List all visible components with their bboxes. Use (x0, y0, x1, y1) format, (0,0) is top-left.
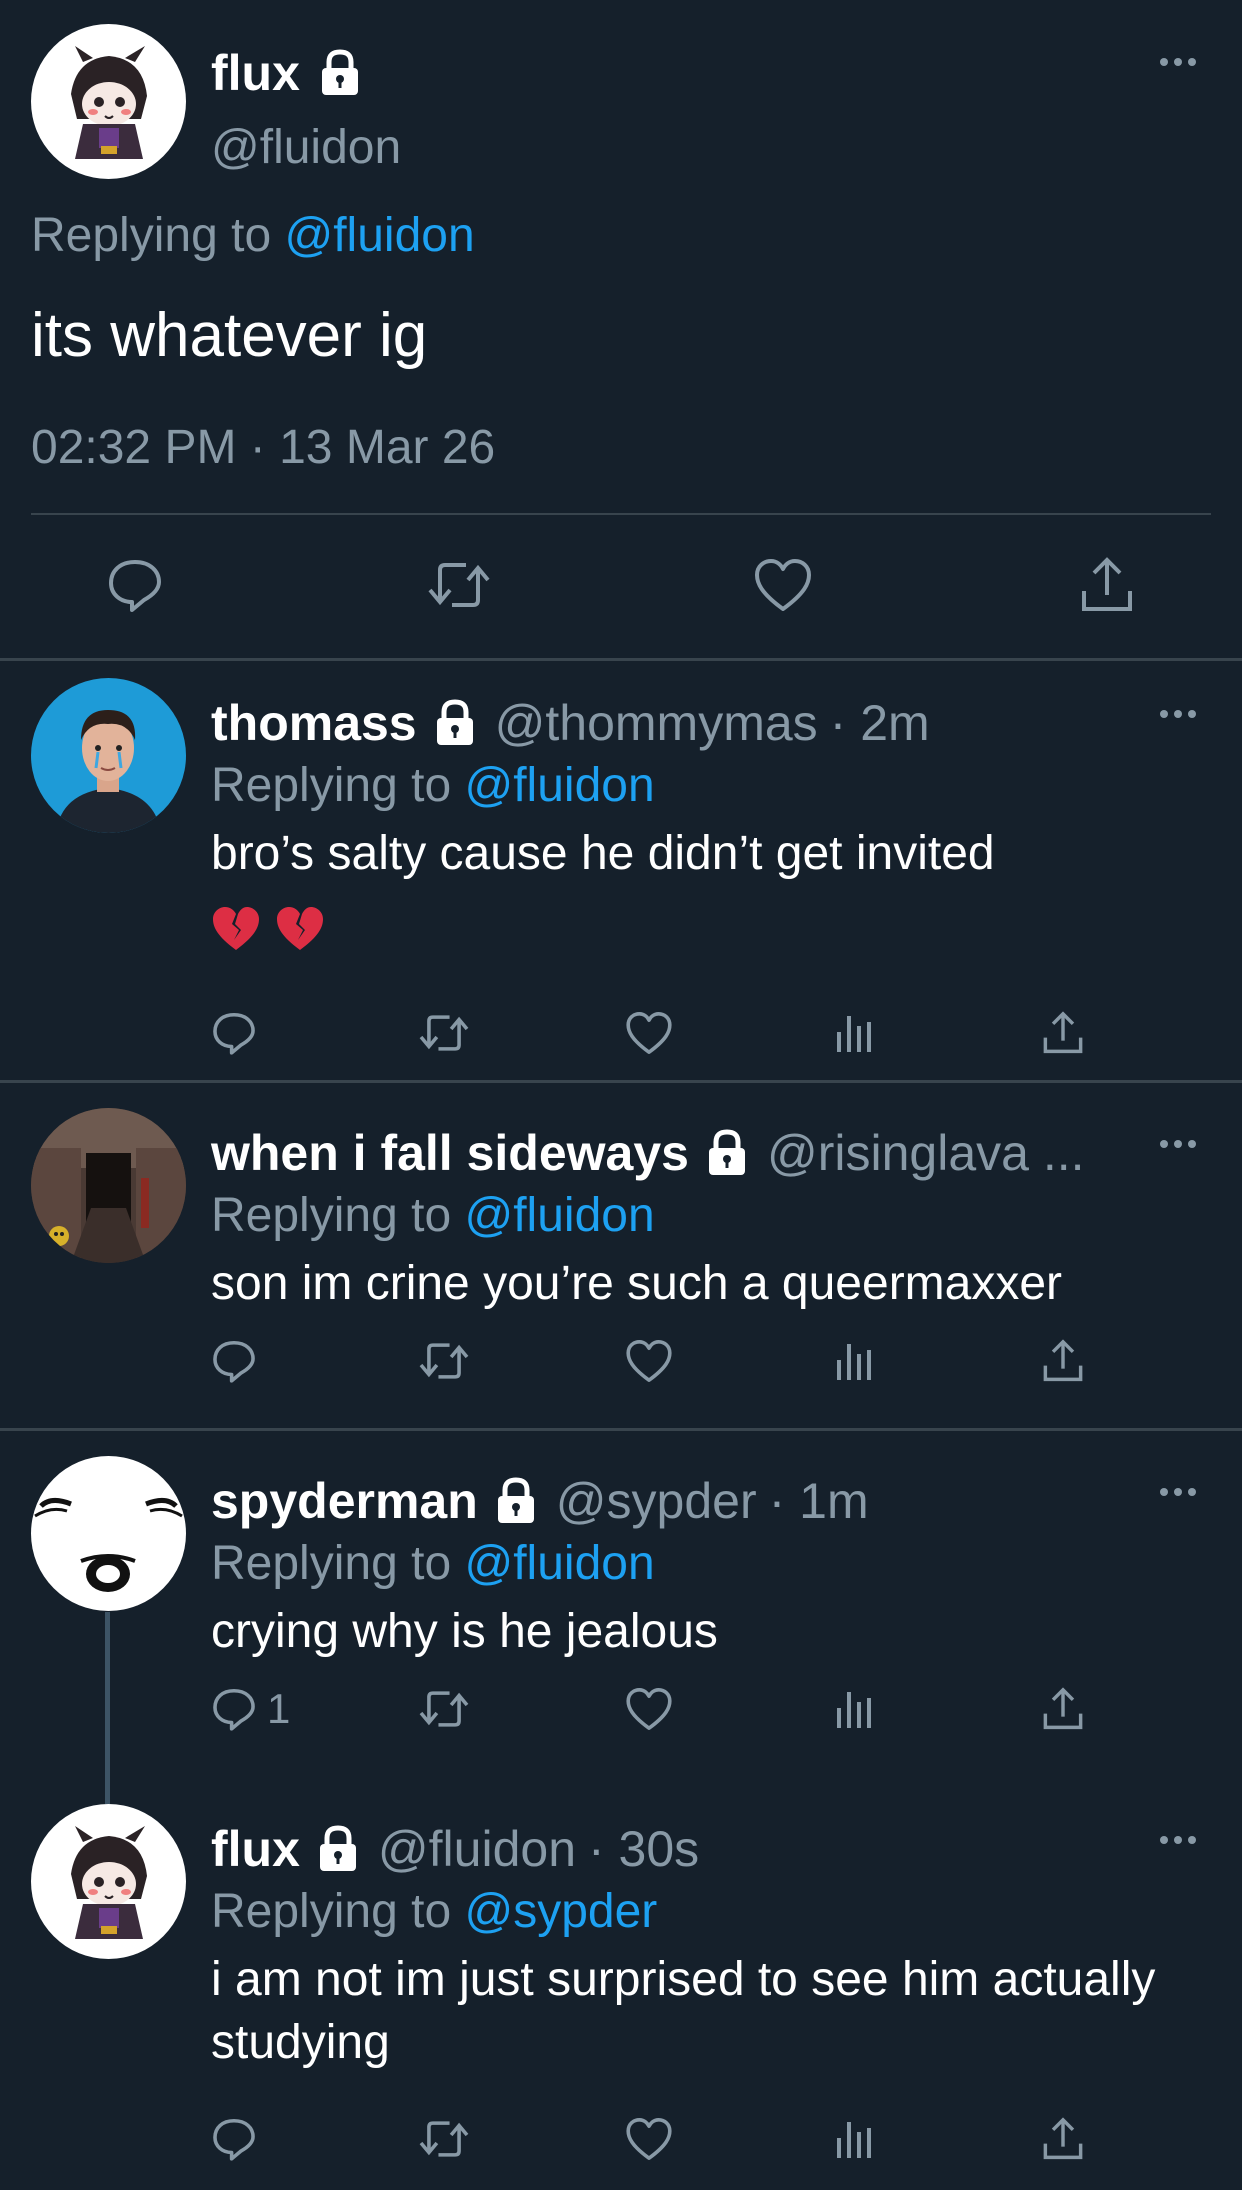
divider (31, 513, 1211, 515)
tweet-text: its whatever ig (31, 301, 428, 370)
analytics-icon[interactable] (835, 998, 875, 1068)
replying-to: Replying to @sypder (211, 1884, 657, 1939)
more-options-icon[interactable] (1158, 56, 1198, 68)
display-name[interactable]: spyderman (211, 1472, 478, 1530)
action-bar (211, 2104, 1111, 2174)
retweet-icon[interactable] (424, 550, 494, 620)
lock-icon (429, 697, 481, 749)
retweet-icon[interactable] (417, 1326, 471, 1396)
tweet-header: when i fall sideways @risinglava ... (211, 1124, 1142, 1182)
share-icon[interactable] (1041, 1674, 1085, 1744)
divider (0, 1080, 1242, 1083)
action-bar: 1 (211, 1674, 1111, 1744)
avatar[interactable] (31, 1456, 186, 1611)
share-icon[interactable] (1041, 1326, 1085, 1396)
lock-icon (701, 1127, 753, 1179)
replying-prefix: Replying to (211, 759, 452, 812)
handle[interactable]: @fluidon (211, 120, 401, 175)
handle[interactable]: @thommymas (495, 694, 818, 752)
reply-button[interactable]: 1 (211, 1674, 290, 1744)
like-icon[interactable] (625, 998, 673, 1068)
more-options-icon[interactable] (1158, 1486, 1198, 1498)
analytics-icon[interactable] (835, 2104, 875, 2174)
reply-icon[interactable] (211, 2104, 257, 2174)
tweet-header: thomass @thommymas · 2m (211, 694, 1142, 752)
tweet-header: spyderman @sypder · 1m (211, 1472, 1142, 1530)
reply-icon[interactable] (211, 1326, 257, 1396)
retweet-icon[interactable] (417, 1674, 471, 1744)
action-bar (0, 550, 1242, 620)
reply-tweet[interactable]: thomass @thommymas · 2m Replying to @flu… (0, 662, 1242, 1080)
lock-icon (312, 1823, 364, 1875)
tweet-text: i am not im just surprised to see him ac… (211, 1953, 1156, 2069)
replying-prefix: Replying to (31, 209, 272, 262)
tweet-text: crying why is he jealous (211, 1605, 718, 1658)
replying-prefix: Replying to (211, 1885, 452, 1938)
handle[interactable]: @fluidon (378, 1820, 576, 1878)
replying-to: Replying to @fluidon (211, 1536, 655, 1591)
like-icon[interactable] (625, 1674, 673, 1744)
divider (0, 658, 1242, 661)
avatar[interactable] (31, 1804, 186, 1959)
emoji-row (211, 895, 1202, 958)
reply-icon[interactable] (100, 550, 170, 620)
relative-time[interactable]: · 1m (769, 1472, 869, 1530)
lock-icon (314, 47, 366, 99)
analytics-icon[interactable] (835, 1674, 875, 1744)
relative-time[interactable]: · 2m (830, 694, 930, 752)
avatar[interactable] (31, 24, 186, 179)
reply-icon[interactable] (211, 998, 257, 1068)
mention-link[interactable]: @fluidon (464, 1189, 654, 1242)
like-icon[interactable] (625, 2104, 673, 2174)
more-options-icon[interactable] (1158, 708, 1198, 720)
tweet-header: flux @fluidon · 30s (211, 1820, 1142, 1878)
tweet-text: son im crine you’re such a queermaxxer (211, 1257, 1063, 1310)
more-options-icon[interactable] (1158, 1138, 1198, 1150)
mention-link[interactable]: @fluidon (464, 1537, 654, 1590)
replying-to: Replying to @fluidon (211, 758, 655, 813)
divider (0, 1428, 1242, 1431)
more-options-icon[interactable] (1158, 1834, 1198, 1846)
tweet-text-body: bro’s salty cause he didn’t get invited (211, 827, 995, 880)
timestamp[interactable]: 02:32 PM · 13 Mar 26 (31, 420, 495, 475)
relative-time[interactable]: · 30s (588, 1820, 699, 1878)
retweet-icon[interactable] (417, 998, 471, 1068)
main-tweet: flux @fluidon Replying to @fluidon its w… (0, 0, 1242, 660)
display-name[interactable]: thomass (211, 694, 417, 752)
display-name[interactable]: when i fall sideways (211, 1124, 689, 1182)
handle[interactable]: @sypder (556, 1472, 757, 1530)
replying-prefix: Replying to (211, 1537, 452, 1590)
analytics-icon[interactable] (835, 1326, 875, 1396)
replying-prefix: Replying to (211, 1189, 452, 1242)
reply-icon (211, 1686, 257, 1732)
retweet-icon[interactable] (417, 2104, 471, 2174)
display-name[interactable]: flux (211, 44, 366, 102)
display-name-text: flux (211, 45, 300, 101)
avatar[interactable] (31, 678, 186, 833)
reply-count: 1 (267, 1685, 291, 1732)
reply-tweet[interactable]: flux @fluidon · 30s Replying to @sypder … (0, 1788, 1242, 2188)
action-bar (211, 1326, 1111, 1396)
lock-icon (490, 1475, 542, 1527)
action-bar (211, 998, 1111, 1068)
handle[interactable]: @risinglava ... (767, 1124, 1085, 1182)
like-icon[interactable] (625, 1326, 673, 1396)
broken-heart-icon (211, 904, 261, 954)
mention-link[interactable]: @sypder (464, 1885, 657, 1938)
reply-tweet[interactable]: when i fall sideways @risinglava ... Rep… (0, 1092, 1242, 1428)
reply-tweet[interactable]: spyderman @sypder · 1m Replying to @flui… (0, 1440, 1242, 1780)
like-icon[interactable] (748, 550, 818, 620)
broken-heart-icon (275, 904, 325, 954)
share-icon[interactable] (1041, 2104, 1085, 2174)
tweet-thread-page: flux @fluidon Replying to @fluidon its w… (0, 0, 1242, 2190)
tweet-text: bro’s salty cause he didn’t get invited (211, 822, 1202, 958)
avatar[interactable] (31, 1108, 186, 1263)
replying-to: Replying to @fluidon (211, 1188, 655, 1243)
mention-link[interactable]: @fluidon (464, 759, 654, 812)
share-icon[interactable] (1041, 998, 1085, 1068)
mention-link[interactable]: @fluidon (284, 209, 474, 262)
display-name[interactable]: flux (211, 1820, 300, 1878)
share-icon[interactable] (1072, 550, 1142, 620)
replying-to: Replying to @fluidon (31, 208, 475, 263)
